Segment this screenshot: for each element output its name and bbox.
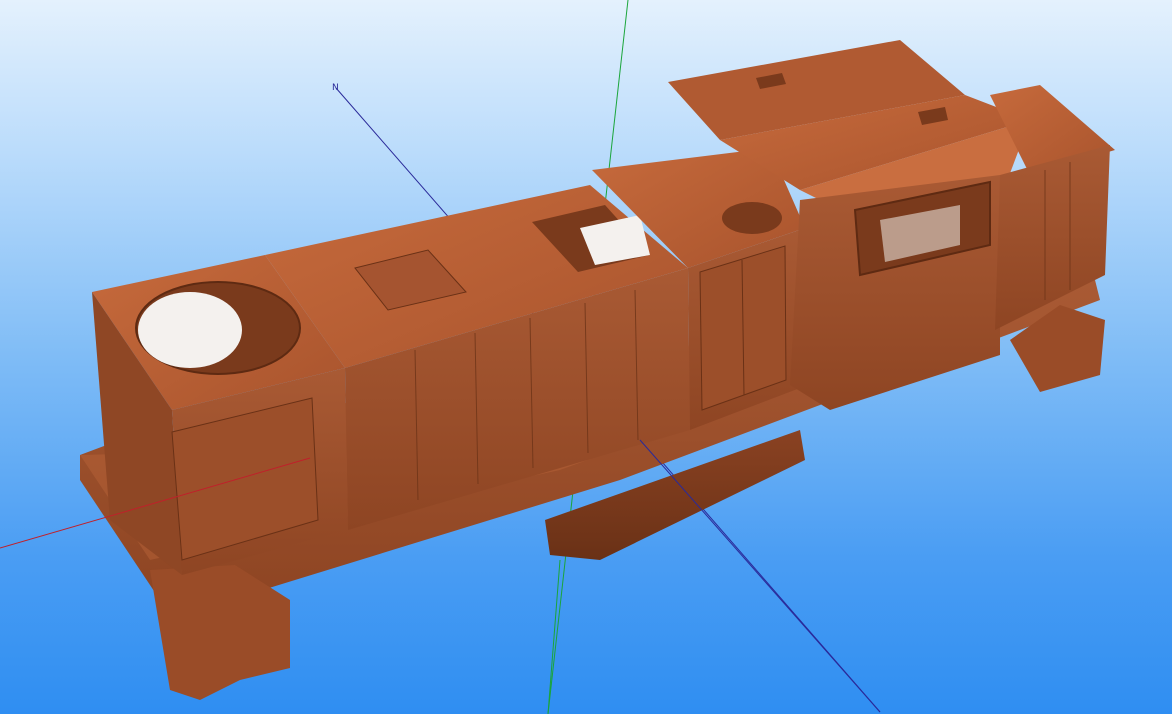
3d-scene[interactable]: N (0, 0, 1172, 714)
z-axis-label: N (332, 83, 339, 93)
3d-viewport[interactable]: N (0, 0, 1172, 714)
